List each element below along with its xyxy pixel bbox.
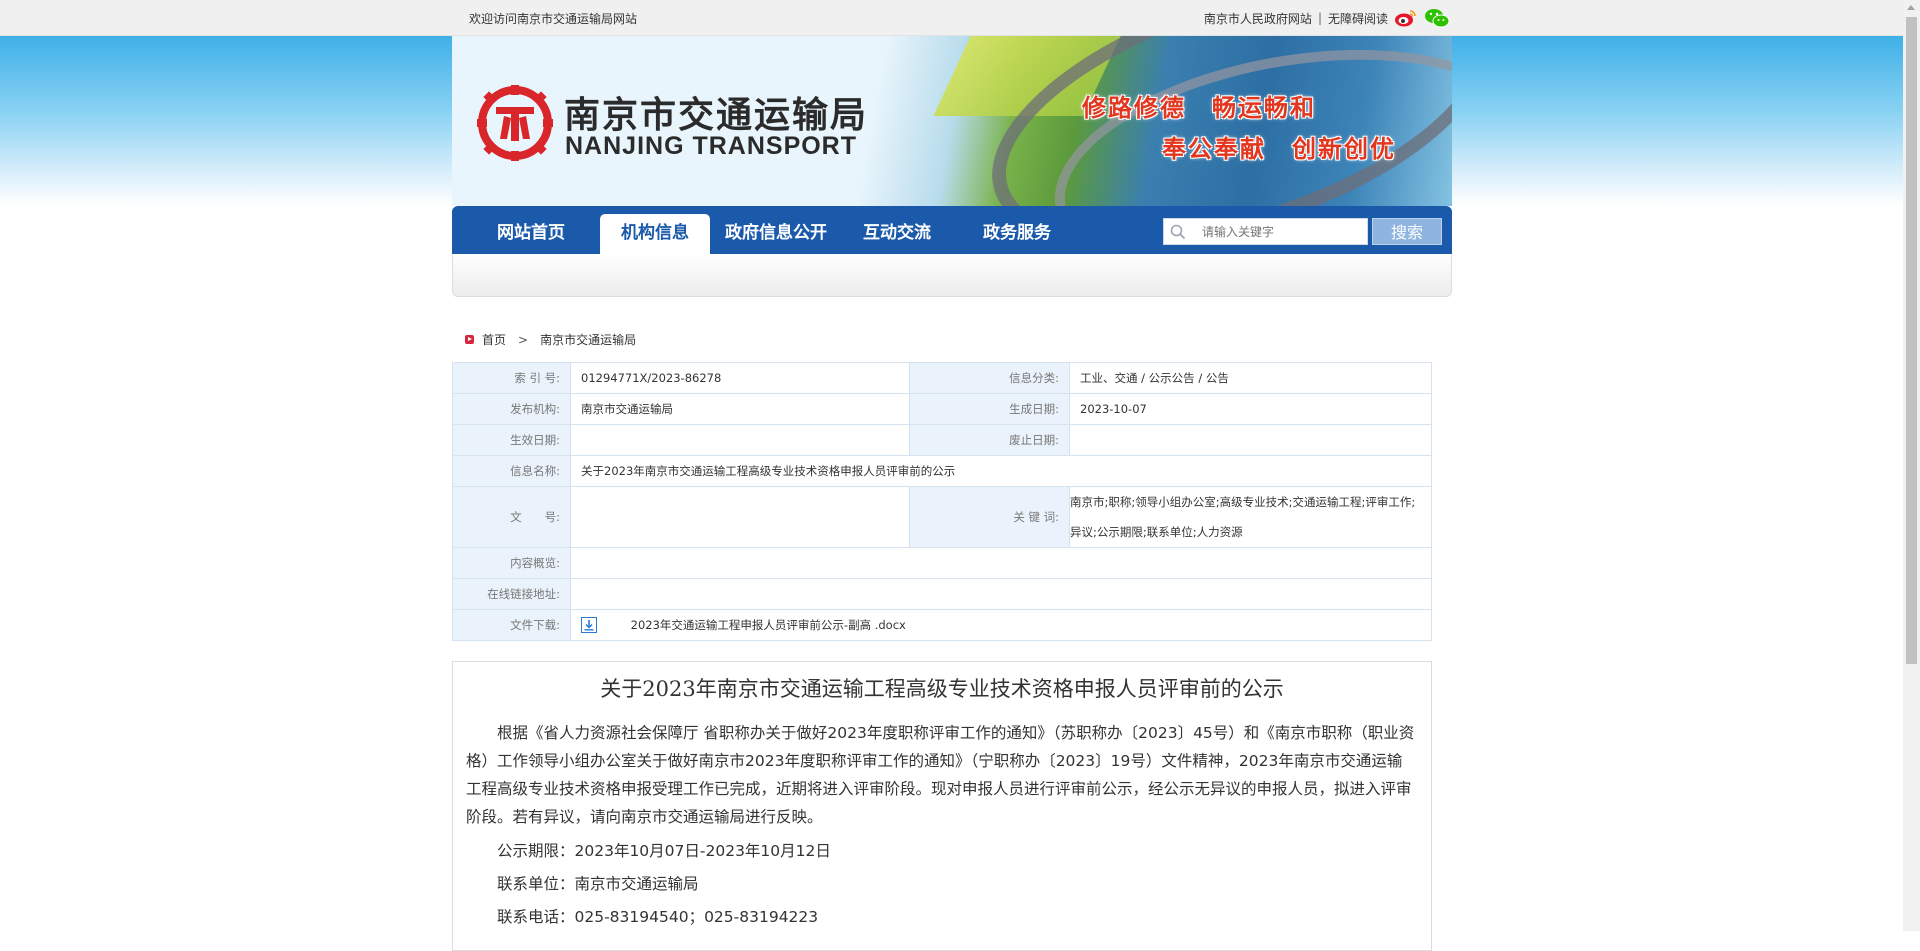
weibo-icon[interactable] (1394, 8, 1418, 28)
announcement-period: 公示期限：2023年10月07日-2023年10月12日 (497, 842, 831, 860)
breadcrumb-current[interactable]: 南京市交通运输局 (540, 331, 636, 348)
created-date-value: 2023-10-07 (1069, 393, 1432, 425)
main-nav: 网站首页 机构信息 政府信息公开 互动交流 政务服务 搜索 (452, 206, 1452, 254)
publisher-label: 发布机构: (452, 393, 571, 425)
search-icon (1170, 224, 1186, 240)
breadcrumb: 首页 > 南京市交通运输局 (465, 331, 636, 348)
wechat-icon[interactable] (1424, 8, 1450, 28)
overview-label: 内容概览: (452, 547, 571, 579)
top-link-separator: | (1317, 11, 1322, 25)
info-metadata-table: 索 引 号: 01294771X/2023-86278 信息分类: 工业、交通 … (452, 362, 1432, 641)
table-row: 索 引 号: 01294771X/2023-86278 信息分类: 工业、交通 … (452, 362, 1432, 394)
category-label: 信息分类: (909, 362, 1070, 394)
table-row: 信息名称: 关于2023年南京市交通运输工程高级专业技术资格申报人员评审前的公示 (452, 455, 1432, 487)
nav-interaction[interactable]: 互动交流 (842, 214, 952, 254)
keywords-value: 南京市;职称;领导小组办公室;高级专业技术;交通运输工程;评审工作;异议;公示期… (1069, 486, 1432, 548)
search-button[interactable]: 搜索 (1372, 218, 1442, 245)
doc-number-value (570, 486, 910, 548)
search-input[interactable] (1202, 222, 1362, 242)
site-title-en: NANJING TRANSPORT (565, 132, 858, 160)
scroll-up-arrow-icon[interactable] (1907, 5, 1915, 10)
article-title: 关于2023年南京市交通运输工程高级专业技术资格申报人员评审前的公示 (600, 677, 1284, 701)
info-name-label: 信息名称: (452, 455, 571, 487)
expiry-date-label: 废止日期: (909, 424, 1070, 456)
info-name-value: 关于2023年南京市交通运输工程高级专业技术资格申报人员评审前的公示 (570, 455, 1432, 487)
top-links: 南京市人民政府网站 | 无障碍阅读 (1204, 8, 1450, 28)
nav-gov-info-disclosure[interactable]: 政府信息公开 (716, 214, 836, 254)
table-row: 生效日期: 废止日期: (452, 424, 1432, 456)
keywords-label: 关 键 词: (909, 486, 1070, 548)
article-content: 关于2023年南京市交通运输工程高级专业技术资格申报人员评审前的公示 根据《省人… (452, 661, 1432, 951)
online-link-label: 在线链接地址: (452, 578, 571, 610)
scrollbar-thumb[interactable] (1906, 17, 1917, 664)
created-date-label: 生成日期: (909, 393, 1070, 425)
doc-number-label: 文 号: (452, 486, 571, 548)
contact-phone: 联系电话：025-83194540；025-83194223 (497, 908, 819, 926)
publisher-value: 南京市交通运输局 (570, 393, 910, 425)
online-link-value (570, 578, 1432, 610)
site-banner: 南京市交通运输局 NANJING TRANSPORT 修路修德 畅运畅和 奉公奉… (452, 36, 1452, 206)
table-row: 文件下载: 2023年交通运输工程申报人员评审前公示-副高 .docx (452, 609, 1432, 641)
contact-unit: 联系单位：南京市交通运输局 (497, 875, 699, 893)
search-box (1163, 218, 1368, 245)
nav-home[interactable]: 网站首页 (476, 214, 586, 254)
nav-organization-info[interactable]: 机构信息 (600, 214, 710, 254)
table-row: 发布机构: 南京市交通运输局 生成日期: 2023-10-07 (452, 393, 1432, 425)
effective-date-value (570, 424, 910, 456)
slogan-line-2: 奉公奉献 创新创优 (1162, 135, 1396, 163)
home-play-icon (465, 335, 474, 344)
slogan-line-1: 修路修德 畅运畅和 (1082, 94, 1316, 122)
nav-gov-services[interactable]: 政务服务 (962, 214, 1072, 254)
breadcrumb-home[interactable]: 首页 (482, 331, 506, 348)
welcome-text: 欢迎访问南京市交通运输局网站 (469, 12, 638, 26)
table-row: 在线链接地址: (452, 578, 1432, 610)
table-row: 文 号: 关 键 词: 南京市;职称;领导小组办公室;高级专业技术;交通运输工程… (452, 486, 1432, 548)
article-paragraph: 根据《省人力资源社会保障厅 省职称办关于做好2023年度职称评审工作的通知》（苏… (466, 724, 1415, 826)
overview-value (570, 547, 1432, 579)
download-cell: 2023年交通运输工程申报人员评审前公示-副高 .docx (570, 609, 1432, 641)
expiry-date-value (1069, 424, 1432, 456)
accessible-reading-link[interactable]: 无障碍阅读 (1328, 10, 1388, 27)
top-bar: 欢迎访问南京市交通运输局网站 南京市人民政府网站 | 无障碍阅读 (0, 0, 1903, 36)
breadcrumb-separator: > (518, 332, 529, 347)
download-file-link[interactable]: 2023年交通运输工程申报人员评审前公示-副高 .docx (631, 618, 906, 632)
nanjing-transport-logo-icon[interactable] (476, 84, 554, 162)
effective-date-label: 生效日期: (452, 424, 571, 456)
table-row: 内容概览: (452, 547, 1432, 579)
index-label: 索 引 号: (452, 362, 571, 394)
download-icon[interactable] (581, 617, 597, 634)
site-title-cn: 南京市交通运输局 (564, 95, 869, 136)
category-value: 工业、交通 / 公示公告 / 公告 (1069, 362, 1432, 394)
sub-nav-bar (452, 254, 1452, 297)
gov-website-link[interactable]: 南京市人民政府网站 (1204, 10, 1312, 27)
page-scrollbar[interactable] (1903, 0, 1920, 931)
download-label: 文件下载: (452, 609, 571, 641)
index-value: 01294771X/2023-86278 (570, 362, 910, 394)
